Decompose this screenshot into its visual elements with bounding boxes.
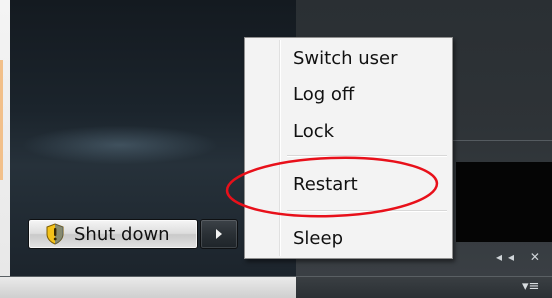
shutdown-button[interactable]: Shut down [28, 219, 198, 249]
shutdown-label: Shut down [74, 223, 170, 245]
menu-separator [287, 155, 447, 157]
menu-item-label: Lock [293, 121, 335, 142]
right-arrow-icon [216, 229, 222, 239]
background-video-area [456, 162, 552, 242]
menu-item-label: Sleep [293, 228, 344, 249]
media-controls[interactable]: ◂◂ ✕ [496, 250, 546, 264]
uac-shield-icon [46, 223, 64, 245]
shutdown-options-button[interactable] [200, 219, 238, 249]
taskbar-left [0, 277, 296, 298]
menu-separator [287, 210, 447, 212]
background-window-accent [0, 60, 3, 180]
menu-item-switch-user[interactable]: Switch user [245, 44, 452, 74]
menu-item-log-off[interactable]: Log off [245, 80, 452, 110]
menu-item-lock[interactable]: Lock [245, 117, 452, 147]
menu-item-sleep[interactable]: Sleep [245, 224, 452, 254]
taskbar: ▾≡ [0, 276, 552, 298]
power-options-menu: Switch user Log off Lock Restart Sleep [244, 37, 453, 259]
menu-item-label: Restart [293, 174, 358, 195]
menu-item-label: Switch user [293, 48, 398, 69]
menu-item-label: Log off [293, 84, 355, 105]
menu-expand-icon[interactable]: ▾≡ [522, 279, 539, 294]
menu-item-restart[interactable]: Restart [245, 170, 452, 200]
